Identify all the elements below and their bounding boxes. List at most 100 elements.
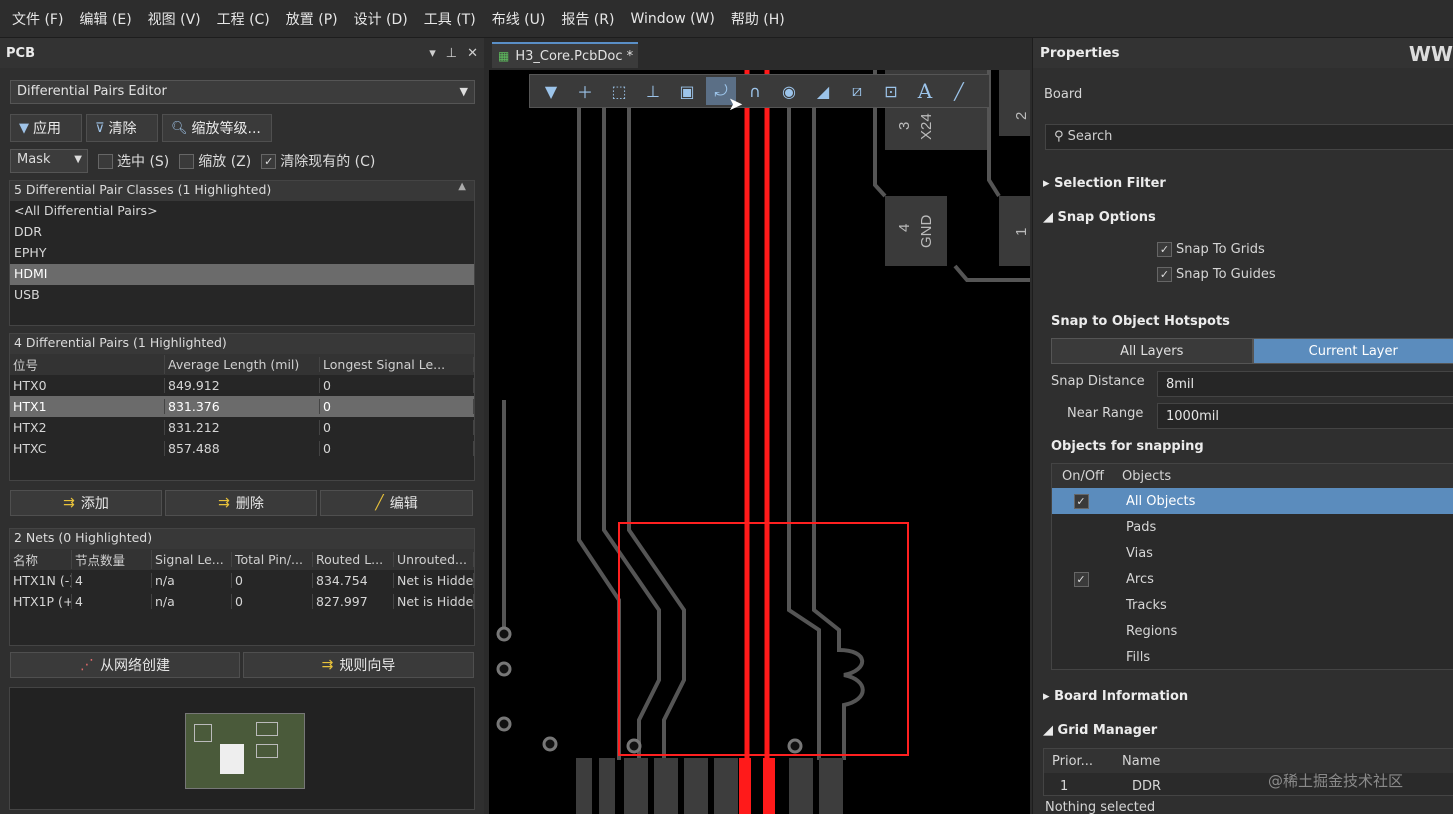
search-input[interactable]: ⚲ Search [1045,124,1453,150]
all-layers-button[interactable]: All Layers [1051,338,1253,364]
select-checkbox[interactable] [98,153,113,169]
nets-column-header[interactable]: Unrouted... [394,552,474,567]
snap-object-row[interactable]: Fills [1052,644,1453,670]
menu-item[interactable]: 报告 (R) [553,9,622,29]
component-tool-icon[interactable]: ▣ [672,77,702,105]
editor-select[interactable]: Differential Pairs Editor ▼ [10,80,475,104]
board-information-section[interactable]: ▸ Board Information [1043,689,1188,704]
pairs-column-header[interactable]: Longest Signal Le... [320,357,474,372]
menu-item[interactable]: 帮助 (H) [723,9,793,29]
filter-tool-icon[interactable]: ▼ [536,77,566,105]
mask-select[interactable]: Mask ▼ [10,149,88,173]
menu-item[interactable]: 放置 (P) [278,9,346,29]
pair-cell: 0 [320,441,474,456]
snap-object-row[interactable]: Tracks [1052,592,1453,618]
menu-item[interactable]: 工具 (T) [416,9,484,29]
pair-class-item[interactable]: HDMI [10,264,474,285]
snap-object-checkbox[interactable]: ✓ [1073,571,1089,587]
via-tool-icon[interactable]: ◉ [774,77,804,105]
cross-tool-icon[interactable]: ＋ [570,77,600,105]
snap-distance-input[interactable]: 8mil [1157,371,1453,397]
snap-to-grids-option[interactable]: ✓ Snap To Grids [1157,242,1265,257]
pair-class-item[interactable]: DDR [10,222,474,243]
snap-object-row[interactable]: Regions [1052,618,1453,644]
create-from-net-button[interactable]: ⋰ 从网络创建 [10,652,240,678]
polygon-tool-icon[interactable]: ◢ [808,77,838,105]
select-rect-icon[interactable]: ⬚ [604,77,634,105]
snap-object-checkbox[interactable]: ✓ [1073,493,1089,509]
zoom-option[interactable]: 缩放 (Z) [179,151,251,171]
align-tool-icon[interactable]: ⊥ [638,77,668,105]
net-row[interactable]: HTX1N (-) 4 n/a 0 834.754 Net is Hidde [10,570,474,591]
pair-class-item[interactable]: EPHY [10,243,474,264]
snap-object-row[interactable]: Pads [1052,514,1453,540]
nets-column-header[interactable]: Routed L... [313,552,394,567]
clear-existing-checkbox[interactable]: ✓ [261,153,277,169]
near-range-input[interactable]: 1000mil [1157,403,1453,429]
snap-distance-label: Snap Distance [1051,374,1145,389]
edit-pair-button[interactable]: ╱ 编辑 [320,490,473,516]
net-cell: n/a [152,573,232,588]
zoom-level-button[interactable]: 🔍︎ 缩放等级... [162,114,272,142]
rules-wizard-button[interactable]: ⇉ 规则向导 [243,652,474,678]
panel-menu-icon[interactable]: ▾ [429,46,436,61]
string-tool-icon[interactable]: A [910,77,940,105]
menu-item[interactable]: 编辑 (E) [71,9,139,29]
apply-button[interactable]: ▼ 应用 [10,114,82,142]
properties-panel: Properties WW Board ⚲ Search ▸ Selection… [1032,38,1453,814]
pcb-drawing[interactable]: 3 X24 4 GND 2 1 [489,70,1030,814]
snap-to-guides-option[interactable]: ✓ Snap To Guides [1157,267,1276,282]
doc-tab[interactable]: ▦ H3_Core.PcbDoc * [492,42,638,68]
line-tool-icon[interactable]: ╱ [944,77,974,105]
net-row[interactable]: HTX1P (+ 4 n/a 0 827.997 Net is Hidde [10,591,474,612]
current-layer-button[interactable]: Current Layer [1252,338,1453,364]
grid-manager-section[interactable]: ◢ Grid Manager [1043,723,1157,738]
snap-object-row[interactable]: ✓ Arcs [1052,566,1453,592]
pair-row[interactable]: HTX2 831.212 0 [10,417,474,438]
clear-existing-option[interactable]: ✓ 清除现有的 (C) [261,151,375,171]
panel-collapse-icon[interactable]: WW [1409,42,1453,66]
snap-object-toggle[interactable]: ✓ [1052,571,1114,587]
pairs-column-header[interactable]: Average Length (mil) [165,357,320,372]
board-preview[interactable] [9,687,475,810]
collapse-up-icon[interactable]: ▲ [458,181,466,192]
dimension-tool-icon[interactable]: ⊡ [876,77,906,105]
board-label: Board [1044,87,1083,102]
nets-column-header[interactable]: Total Pin/... [232,552,313,567]
keepout-tool-icon[interactable]: ⧄ [842,77,872,105]
pair-row[interactable]: HTX0 849.912 0 [10,375,474,396]
pair-row[interactable]: HTX1 831.376 0 [10,396,474,417]
menu-item[interactable]: 文件 (F) [4,9,71,29]
close-icon[interactable]: ✕ [467,46,478,61]
menu-item[interactable]: 工程 (C) [209,9,278,29]
pcb-canvas[interactable]: 3 X24 4 GND 2 1 [489,70,1030,814]
nets-column-header[interactable]: 名称 [10,550,72,569]
tune-length-icon[interactable]: ∩ [740,77,770,105]
objects-table-header: On/Off Objects [1052,464,1453,488]
clear-button[interactable]: ⊽ 清除 [86,114,158,142]
snap-object-row[interactable]: Vias [1052,540,1453,566]
delete-pair-button[interactable]: ⇉ 删除 [165,490,317,516]
add-pair-button[interactable]: ⇉ 添加 [10,490,162,516]
clear-label: 清除 [108,121,137,137]
menu-item[interactable]: Window (W) [622,11,722,27]
track [627,80,686,760]
select-option[interactable]: 选中 (S) [98,151,169,171]
selection-filter-section[interactable]: ▸ Selection Filter [1043,176,1166,191]
snap-options-section[interactable]: ◢ Snap Options [1043,210,1156,225]
snap-object-row[interactable]: ✓ All Objects [1052,488,1453,514]
nets-column-header[interactable]: Signal Le... [152,552,232,567]
pin-icon[interactable]: ⊥ [446,46,457,61]
snap-object-toggle[interactable]: ✓ [1052,493,1114,509]
menu-item[interactable]: 布线 (U) [484,9,554,29]
menu-item[interactable]: 设计 (D) [346,9,416,29]
nets-column-header[interactable]: 节点数量 [72,550,152,569]
snap-to-guides-checkbox[interactable]: ✓ [1157,267,1172,282]
pair-class-item[interactable]: <All Differential Pairs> [10,201,474,222]
zoom-checkbox[interactable] [179,153,195,169]
pairs-column-header[interactable]: 位号 [10,355,165,374]
menu-item[interactable]: 视图 (V) [140,9,209,29]
pair-class-item[interactable]: USB [10,285,474,306]
snap-to-grids-checkbox[interactable]: ✓ [1157,242,1172,257]
pair-row[interactable]: HTXC 857.488 0 [10,438,474,459]
